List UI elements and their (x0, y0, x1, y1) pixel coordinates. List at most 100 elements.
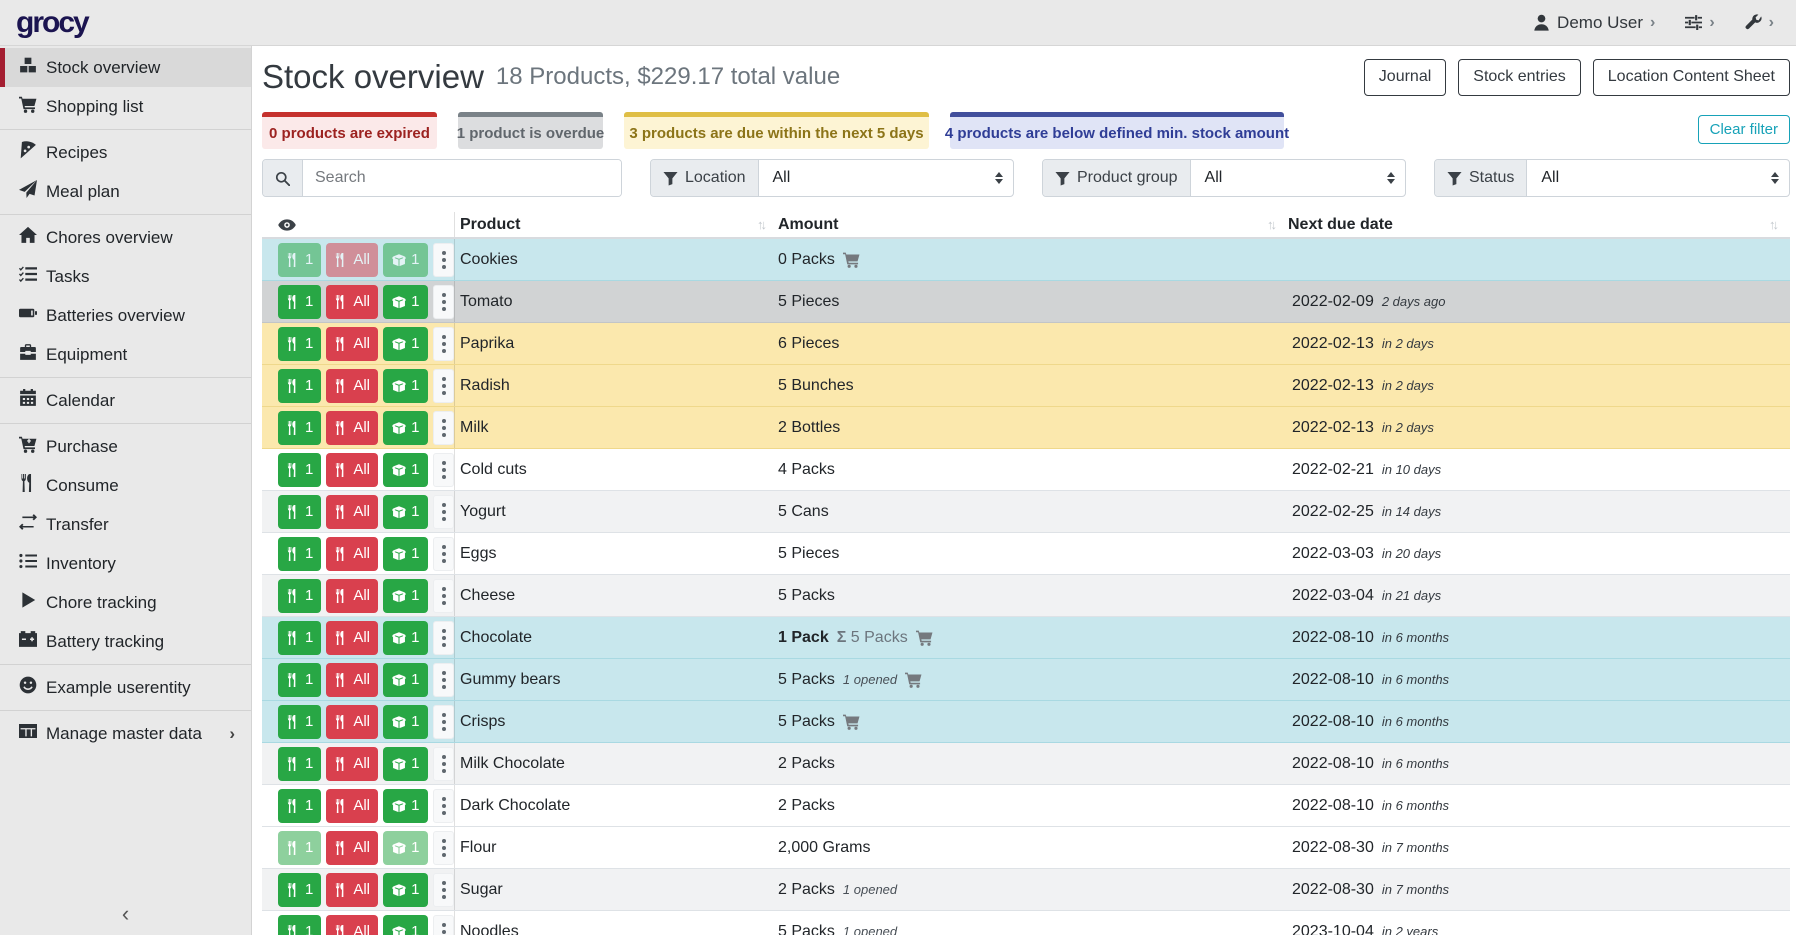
consume-all-button[interactable]: All (326, 873, 378, 907)
open-one-button[interactable]: 1 (383, 705, 428, 739)
consume-all-button[interactable]: All (326, 327, 378, 361)
open-one-button[interactable]: 1 (383, 495, 428, 529)
grocy-logo[interactable]: grocy (16, 6, 88, 40)
row-menu-button[interactable] (433, 873, 454, 907)
stock-entries-button[interactable]: Stock entries (1458, 59, 1580, 96)
consume-one-button[interactable]: 1 (278, 285, 321, 319)
consume-all-button[interactable]: All (326, 663, 378, 697)
consume-all-button[interactable]: All (326, 579, 378, 613)
row-menu-button[interactable] (433, 663, 454, 697)
consume-one-button[interactable]: 1 (278, 453, 321, 487)
row-menu-button[interactable] (433, 831, 454, 865)
row-menu-button[interactable] (433, 453, 454, 487)
settings-menu[interactable]: › (1685, 14, 1714, 32)
status-select[interactable]: All (1527, 160, 1789, 196)
location-content-sheet-button[interactable]: Location Content Sheet (1593, 59, 1790, 96)
consume-all-button[interactable]: All (326, 747, 378, 781)
consume-all-button[interactable]: All (326, 831, 378, 865)
sidebar-item-meal-plan[interactable]: Meal plan (0, 172, 251, 211)
open-one-button[interactable]: 1 (383, 453, 428, 487)
open-one-button[interactable]: 1 (383, 411, 428, 445)
sidebar-item-chore-tracking[interactable]: Chore tracking (0, 583, 251, 622)
sidebar-item-manage-master-data[interactable]: Manage master data › (0, 714, 251, 753)
row-menu-button[interactable] (433, 705, 454, 739)
consume-all-button[interactable]: All (326, 705, 378, 739)
open-one-button[interactable]: 1 (383, 789, 428, 823)
consume-all-button[interactable]: All (326, 243, 378, 277)
sidebar-item-example-userentity[interactable]: Example userentity (0, 668, 251, 707)
consume-one-button[interactable]: 1 (278, 705, 321, 739)
sidebar-item-chores-overview[interactable]: Chores overview (0, 218, 251, 257)
admin-menu[interactable]: › (1745, 14, 1774, 32)
row-menu-button[interactable] (433, 327, 454, 361)
consume-all-button[interactable]: All (326, 915, 378, 935)
consume-one-button[interactable]: 1 (278, 243, 321, 277)
column-header-amount[interactable]: Amount ↑↓ (778, 212, 1288, 237)
consume-one-button[interactable]: 1 (278, 621, 321, 655)
sidebar-item-tasks[interactable]: Tasks (0, 257, 251, 296)
consume-one-button[interactable]: 1 (278, 411, 321, 445)
row-menu-button[interactable] (433, 369, 454, 403)
open-one-button[interactable]: 1 (383, 243, 428, 277)
consume-all-button[interactable]: All (326, 285, 378, 319)
sidebar-item-consume[interactable]: Consume (0, 466, 251, 505)
open-one-button[interactable]: 1 (383, 537, 428, 571)
consume-all-button[interactable]: All (326, 369, 378, 403)
user-menu[interactable]: Demo User › (1533, 13, 1655, 33)
search-input[interactable] (303, 160, 621, 196)
sort-icon[interactable]: ↑↓ (1267, 217, 1288, 232)
open-one-button[interactable]: 1 (383, 327, 428, 361)
sidebar-item-purchase[interactable]: Purchase (0, 427, 251, 466)
consume-one-button[interactable]: 1 (278, 663, 321, 697)
consume-all-button[interactable]: All (326, 621, 378, 655)
open-one-button[interactable]: 1 (383, 579, 428, 613)
open-one-button[interactable]: 1 (383, 621, 428, 655)
consume-all-button[interactable]: All (326, 789, 378, 823)
consume-one-button[interactable]: 1 (278, 579, 321, 613)
sort-icon[interactable]: ↑↓ (1769, 217, 1790, 232)
consume-one-button[interactable]: 1 (278, 789, 321, 823)
consume-one-button[interactable]: 1 (278, 873, 321, 907)
consume-one-button[interactable]: 1 (278, 831, 321, 865)
row-menu-button[interactable] (433, 243, 454, 277)
open-one-button[interactable]: 1 (383, 915, 428, 935)
status-card-expired[interactable]: 0 products are expired (262, 112, 437, 149)
consume-all-button[interactable]: All (326, 453, 378, 487)
clear-filter-button[interactable]: Clear filter (1698, 115, 1790, 144)
product-group-select[interactable]: All (1191, 160, 1405, 196)
row-menu-button[interactable] (433, 621, 454, 655)
row-menu-button[interactable] (433, 285, 454, 319)
row-menu-button[interactable] (433, 579, 454, 613)
sidebar-collapse-button[interactable]: ‹ (0, 901, 251, 927)
open-one-button[interactable]: 1 (383, 285, 428, 319)
sidebar-item-stock-overview[interactable]: Stock overview (0, 48, 251, 87)
column-header-next-due-date[interactable]: Next due date ↑↓ (1288, 212, 1790, 237)
sidebar-item-transfer[interactable]: Transfer (0, 505, 251, 544)
column-header-product[interactable]: Product ↑↓ (454, 212, 778, 237)
consume-one-button[interactable]: 1 (278, 537, 321, 571)
sidebar-item-battery-tracking[interactable]: Battery tracking (0, 622, 251, 661)
row-menu-button[interactable] (433, 495, 454, 529)
row-menu-button[interactable] (433, 537, 454, 571)
status-card-below-min-stock[interactable]: 4 products are below defined min. stock … (950, 112, 1284, 149)
open-one-button[interactable]: 1 (383, 831, 428, 865)
sort-icon[interactable]: ↑↓ (757, 217, 778, 232)
sidebar-item-equipment[interactable]: Equipment (0, 335, 251, 374)
open-one-button[interactable]: 1 (383, 747, 428, 781)
consume-one-button[interactable]: 1 (278, 327, 321, 361)
sidebar-item-calendar[interactable]: Calendar (0, 381, 251, 420)
status-card-due-soon[interactable]: 3 products are due within the next 5 day… (624, 112, 929, 149)
row-menu-button[interactable] (433, 411, 454, 445)
open-one-button[interactable]: 1 (383, 369, 428, 403)
row-menu-button[interactable] (433, 747, 454, 781)
consume-one-button[interactable]: 1 (278, 495, 321, 529)
status-card-overdue[interactable]: 1 product is overdue (458, 112, 603, 149)
location-select[interactable]: All (759, 160, 1014, 196)
row-menu-button[interactable] (433, 789, 454, 823)
sidebar-item-recipes[interactable]: Recipes (0, 133, 251, 172)
consume-all-button[interactable]: All (326, 537, 378, 571)
open-one-button[interactable]: 1 (383, 663, 428, 697)
consume-one-button[interactable]: 1 (278, 915, 321, 935)
journal-button[interactable]: Journal (1364, 59, 1446, 96)
consume-one-button[interactable]: 1 (278, 747, 321, 781)
